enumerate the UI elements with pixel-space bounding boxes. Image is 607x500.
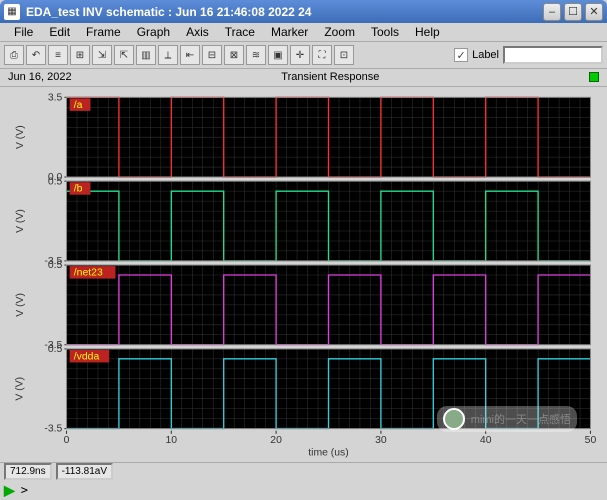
minimize-button[interactable]: ‒ bbox=[543, 3, 561, 21]
svg-text:/a: /a bbox=[74, 99, 83, 110]
menu-file[interactable]: File bbox=[6, 23, 41, 41]
svg-text:0.5: 0.5 bbox=[48, 260, 63, 271]
app-window: ▦ EDA_test INV schematic : Jun 16 21:46:… bbox=[0, 0, 607, 500]
svg-text:0.5: 0.5 bbox=[48, 176, 63, 187]
menu-marker[interactable]: Marker bbox=[263, 23, 316, 41]
graph-icon[interactable]: ▥ bbox=[136, 45, 156, 65]
waveform-canvas[interactable]: 0.03.5V (V)/a-3.50.5V (V)/b-3.50.5V (V)/… bbox=[4, 89, 603, 460]
watermark: mimi的一天一点感悟 bbox=[437, 406, 577, 432]
app-icon: ▦ bbox=[4, 4, 20, 20]
svg-text:V (V): V (V) bbox=[15, 293, 26, 317]
svg-text:/b: /b bbox=[74, 183, 83, 194]
ruler2-icon[interactable]: ≋ bbox=[246, 45, 266, 65]
menu-axis[interactable]: Axis bbox=[178, 23, 217, 41]
label-input[interactable] bbox=[503, 46, 603, 64]
label-text: Label bbox=[472, 49, 499, 61]
label-checkbox[interactable] bbox=[454, 48, 468, 62]
menu-help[interactable]: Help bbox=[407, 23, 448, 41]
svg-text:20: 20 bbox=[270, 435, 282, 446]
svg-text:30: 30 bbox=[375, 435, 387, 446]
footer: 712.9ns -113.81aV bbox=[0, 462, 607, 481]
svg-text:3.5: 3.5 bbox=[48, 92, 63, 103]
menu-graph[interactable]: Graph bbox=[129, 23, 178, 41]
maximize-icon[interactable]: ⛶ bbox=[312, 45, 332, 65]
coord-y: -113.81aV bbox=[56, 463, 113, 480]
toolbar: ⎙↶≡⊞⇲⇱▥⟂⇤⊟⊠≋▣✛⛶⊡ Label bbox=[0, 42, 607, 69]
menu-frame[interactable]: Frame bbox=[78, 23, 129, 41]
coord-x: 712.9ns bbox=[4, 463, 52, 480]
svg-text:time (us): time (us) bbox=[308, 447, 348, 458]
tool-a-icon[interactable]: ⊟ bbox=[202, 45, 222, 65]
info-date: Jun 16, 2022 bbox=[8, 71, 72, 83]
zoom-full-icon[interactable]: ▣ bbox=[268, 45, 288, 65]
svg-text:50: 50 bbox=[585, 435, 597, 446]
grid-lines-icon[interactable]: ≡ bbox=[48, 45, 68, 65]
svg-text:0.5: 0.5 bbox=[48, 344, 63, 355]
svg-text:40: 40 bbox=[480, 435, 492, 446]
svg-text:V (V): V (V) bbox=[15, 377, 26, 401]
info-title: Transient Response bbox=[281, 71, 379, 83]
infobar: Jun 16, 2022 Transient Response bbox=[0, 69, 607, 86]
close-button[interactable]: ✕ bbox=[585, 3, 603, 21]
import-icon[interactable]: ⇱ bbox=[114, 45, 134, 65]
crosshair-icon[interactable]: ✛ bbox=[290, 45, 310, 65]
prompt-arrow-icon: ▶ bbox=[4, 482, 15, 499]
arrow-left-icon[interactable]: ⇤ bbox=[180, 45, 200, 65]
menu-tools[interactable]: Tools bbox=[363, 23, 407, 41]
svg-text:V (V): V (V) bbox=[15, 209, 26, 233]
maximize-button[interactable]: ☐ bbox=[564, 3, 582, 21]
menu-edit[interactable]: Edit bbox=[41, 23, 78, 41]
print-icon[interactable]: ⎙ bbox=[4, 45, 24, 65]
fit-icon[interactable]: ⊡ bbox=[334, 45, 354, 65]
plot-area[interactable]: 0.03.5V (V)/a-3.50.5V (V)/b-3.50.5V (V)/… bbox=[0, 87, 607, 462]
menu-trace[interactable]: Trace bbox=[217, 23, 263, 41]
export-icon[interactable]: ⇲ bbox=[92, 45, 112, 65]
svg-text:10: 10 bbox=[166, 435, 178, 446]
watermark-avatar-icon bbox=[443, 408, 465, 430]
menubar: FileEditFrameGraphAxisTraceMarkerZoomToo… bbox=[0, 23, 607, 42]
command-prompt[interactable]: > bbox=[21, 483, 28, 497]
svg-text:-3.5: -3.5 bbox=[44, 423, 62, 434]
ruler-icon[interactable]: ⟂ bbox=[158, 45, 178, 65]
undo-icon[interactable]: ↶ bbox=[26, 45, 46, 65]
watermark-text: mimi的一天一点感悟 bbox=[471, 411, 571, 427]
svg-text:/vdda: /vdda bbox=[74, 351, 100, 362]
menu-zoom[interactable]: Zoom bbox=[316, 23, 363, 41]
status-indicator bbox=[589, 72, 599, 82]
svg-text:0: 0 bbox=[64, 435, 70, 446]
window-title: EDA_test INV schematic : Jun 16 21:46:08… bbox=[26, 5, 543, 19]
svg-text:/net23: /net23 bbox=[74, 267, 103, 278]
svg-text:V (V): V (V) bbox=[15, 125, 26, 149]
titlebar[interactable]: ▦ EDA_test INV schematic : Jun 16 21:46:… bbox=[0, 0, 607, 23]
grid-dots-icon[interactable]: ⊞ bbox=[70, 45, 90, 65]
tool-b-icon[interactable]: ⊠ bbox=[224, 45, 244, 65]
command-bar[interactable]: ▶ > bbox=[0, 481, 607, 500]
